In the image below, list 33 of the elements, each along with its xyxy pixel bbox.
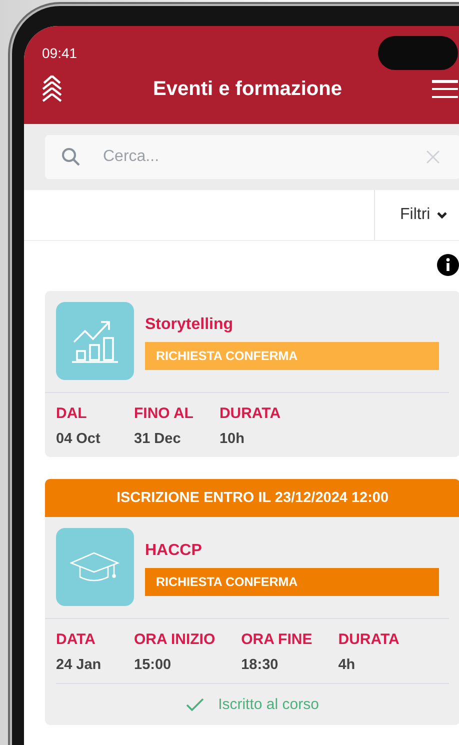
field-value: 15:00 [134,657,172,673]
event-card[interactable]: Storytelling RICHIESTA CONFERMA DAL 04 Oct FINO AL 31 Dec DURATA 10h [45,291,459,457]
chart-icon [71,318,119,364]
event-title: Storytelling [145,316,234,334]
field-label: DURATA [219,405,281,422]
field-label: FINO AL [134,405,194,422]
event-card[interactable]: ISCRIZIONE ENTRO IL 23/12/2024 12:00 HACCP RICHIESTA CONFERMA DATA 24 Jan ORA INIZIO 15:00 ORA FINE 18:30 DURATA 4h Iscritto al corso [45,479,459,725]
page-title: Eventi e formazione [152,78,343,100]
graduation-cap-icon [70,552,120,582]
status-badge: RICHIESTA CONFERMA [145,568,439,596]
search-field[interactable]: Cerca... [45,135,459,179]
field-value: 24 Jan [56,657,102,673]
info-icon[interactable] [437,254,459,276]
field-label: ORA FINE [241,631,312,648]
deadline-banner: ISCRIZIONE ENTRO IL 23/12/2024 12:00 [45,479,459,517]
enrolled-status: Iscritto al corso [218,696,319,713]
search-icon [61,147,81,167]
status-time: 09:41 [42,45,78,61]
menu-icon[interactable] [432,80,458,98]
chevron-down-icon [436,210,448,220]
check-icon [186,698,204,712]
field-label: ORA INIZIO [134,631,216,648]
field-value: 10h [219,431,246,447]
logo-icon [41,74,63,104]
field-label: DAL [56,405,88,422]
field-label: DATA [56,631,96,648]
field-value: 04 Oct [56,431,102,447]
field-value: 31 Dec [134,431,182,447]
event-title: HACCP [145,542,203,560]
field-value: 18:30 [241,657,280,673]
status-badge: RICHIESTA CONFERMA [145,342,439,370]
field-label: DURATA [338,631,400,648]
field-value: 4h [338,657,356,673]
